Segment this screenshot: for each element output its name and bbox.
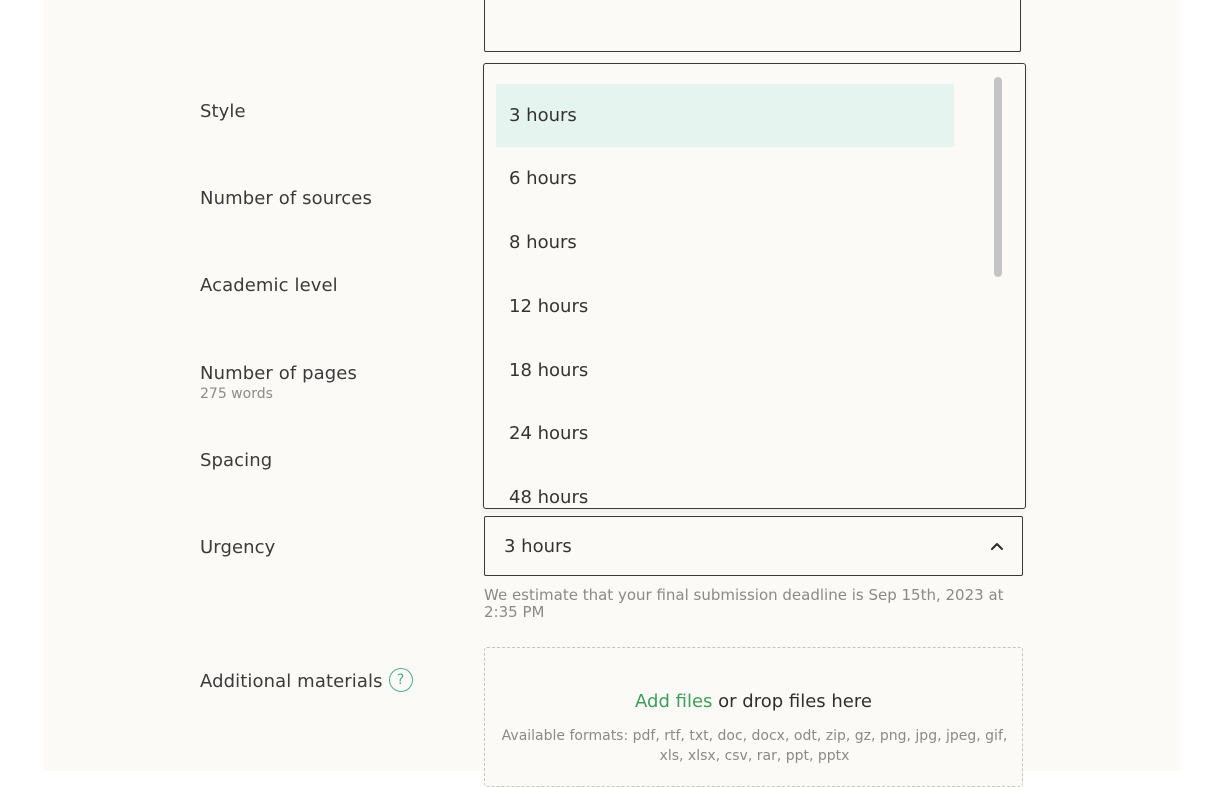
deadline-hint: We estimate that your final submission d… [484,586,1004,621]
urgency-option[interactable]: 12 hours [496,275,954,338]
urgency-select[interactable]: 3 hours [484,516,1023,576]
urgency-option[interactable]: 48 hours [496,466,954,508]
additional-materials-text: Additional materials [200,671,383,692]
dropzone-text: or drop files here [712,691,872,712]
sources-label: Number of sources [200,188,372,209]
urgency-dropdown-list[interactable]: 3 hours 6 hours 8 hours 12 hours 18 hour… [483,63,1026,509]
add-files-link[interactable]: Add files [635,691,712,712]
urgency-label: Urgency [200,537,276,558]
urgency-option[interactable]: 18 hours [496,339,954,402]
urgency-option[interactable]: 6 hours [496,147,954,210]
available-formats: Available formats: pdf, rtf, txt, doc, d… [501,728,1008,764]
pages-sublabel: 275 words [200,386,273,402]
academic-level-label: Academic level [200,275,338,296]
help-icon[interactable]: ? [388,668,413,692]
urgency-option[interactable]: 24 hours [496,402,954,465]
additional-materials-label: Additional materials? [200,668,413,694]
urgency-option[interactable]: 8 hours [496,211,954,274]
previous-field[interactable] [484,0,1021,52]
chevron-up-icon[interactable] [990,539,1004,553]
dropdown-scrollbar[interactable] [994,77,1002,277]
file-dropzone[interactable]: Add files or drop files here Available f… [484,647,1023,787]
style-label: Style [200,101,246,122]
spacing-label: Spacing [200,450,273,471]
dropzone-prompt: Add files or drop files here [485,691,1022,712]
urgency-option[interactable]: 3 hours [496,84,954,147]
urgency-selected-value: 3 hours [504,536,572,557]
pages-label: Number of pages [200,363,357,384]
